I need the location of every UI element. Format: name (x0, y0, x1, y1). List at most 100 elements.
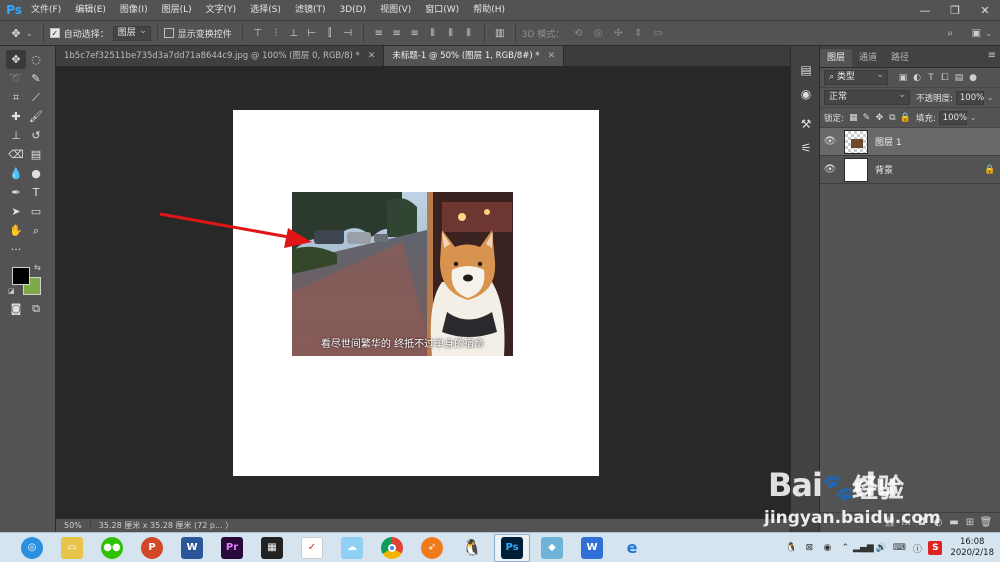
filter-shape-icon[interactable]: ⧠ (938, 71, 952, 85)
restore-button[interactable]: ❐ (940, 0, 970, 20)
tray-network-icon[interactable]: ▂▄▆ (853, 541, 874, 555)
filter-smart-icon[interactable]: ▤ (952, 71, 966, 85)
lasso-tool-icon[interactable]: ➰ (6, 69, 26, 88)
foreground-color-swatch[interactable] (12, 267, 30, 285)
3d-scale-icon[interactable]: ▭ (650, 26, 666, 40)
filter-adjustment-icon[interactable]: ◐ (910, 71, 924, 85)
lock-all-icon[interactable]: 🔒 (899, 111, 912, 125)
link-layers-icon[interactable]: ⛓ (882, 515, 898, 531)
history-brush-icon[interactable]: ↺ (26, 126, 46, 145)
hand-tool-icon[interactable]: ✋ (6, 221, 26, 240)
auto-select-dropdown[interactable]: 图层 (112, 25, 151, 41)
gradient-tool-icon[interactable]: ▤ (26, 145, 46, 164)
default-colors-icon[interactable]: ◪ (8, 287, 15, 295)
taskbar-wps[interactable]: W (574, 534, 610, 562)
lock-pixels-icon[interactable]: ✎ (860, 111, 873, 125)
preset-dropdown-icon[interactable]: ⌄ (26, 29, 33, 38)
adjustments-panel-icon[interactable]: ⚟ (791, 136, 821, 160)
more-tools-icon[interactable]: ··· (6, 240, 26, 259)
menu-view[interactable]: 视图(V) (373, 0, 418, 20)
swap-colors-icon[interactable]: ⇆ (34, 263, 41, 272)
healing-brush-icon[interactable]: ✚ (6, 107, 26, 126)
close-button[interactable]: ✕ (970, 0, 1000, 20)
taskbar-app-red[interactable]: ✓ (294, 534, 330, 562)
close-icon[interactable]: ✕ (368, 46, 376, 66)
taskbar-clock[interactable]: 16:08 2020/2/18 (950, 537, 994, 559)
move-tool-icon[interactable]: ✥ (6, 50, 26, 69)
tray-volume-icon[interactable]: 🔊 (874, 541, 888, 555)
eraser-tool-icon[interactable]: ⌫ (6, 145, 26, 164)
distribute-right-icon[interactable]: ⦀ (462, 26, 476, 40)
history-panel-icon[interactable]: ▤ (791, 58, 821, 82)
menu-layer[interactable]: 图层(L) (155, 0, 199, 20)
search-icon[interactable]: ⌕ (943, 26, 957, 40)
rectangle-tool-icon[interactable]: ▭ (26, 202, 46, 221)
tray-keyboard-icon[interactable]: ⌨ (892, 541, 906, 555)
blur-tool-icon[interactable]: 💧 (6, 164, 26, 183)
taskbar-powerpoint[interactable]: P (134, 534, 170, 562)
taskbar-wechat[interactable]: ●● (94, 534, 130, 562)
layer-row-background[interactable]: 👁 背景 🔒 (820, 156, 1000, 184)
marquee-tool-icon[interactable]: ◌ (26, 50, 46, 69)
3d-drag-icon[interactable]: ✣ (610, 26, 626, 40)
panel-menu-icon[interactable]: ≡ (988, 50, 996, 61)
show-transform-checkbox[interactable] (163, 28, 174, 38)
color-panel-icon[interactable]: ◉ (791, 82, 821, 106)
taskbar-browser-360[interactable]: ◎ (14, 534, 50, 562)
lock-position-icon[interactable]: ✥ (873, 111, 886, 125)
taskbar-app-notes[interactable]: ◆ (534, 534, 570, 562)
opacity-dropdown-icon[interactable]: ⌄ (987, 93, 994, 102)
tray-expand-icon[interactable]: ⌃ (838, 541, 852, 555)
taskbar-video-editor[interactable]: ▦ (254, 534, 290, 562)
auto-align-icon[interactable]: ▥ (493, 26, 507, 40)
tray-info-icon[interactable]: ⓘ (910, 541, 924, 555)
document-canvas[interactable]: 看尽世间繁华的 终抵不过单身的宿命 (233, 110, 599, 476)
lock-transparency-icon[interactable]: ▦ (847, 111, 860, 125)
zoom-tool-icon[interactable]: ⌕ (26, 221, 46, 240)
blend-mode-dropdown[interactable]: 正常 (824, 89, 910, 105)
new-adjustment-icon[interactable]: ◐ (930, 515, 946, 531)
3d-roll-icon[interactable]: ◎ (590, 26, 606, 40)
align-bottom-icon[interactable]: ⊥ (287, 26, 301, 40)
taskbar-photoshop[interactable]: Ps (494, 533, 530, 562)
tray-app-icon[interactable]: ⊠ (802, 541, 816, 555)
eyedropper-tool-icon[interactable]: ⟋ (26, 88, 46, 107)
distribute-left-icon[interactable]: ⦀ (426, 26, 440, 40)
distribute-vcenter-icon[interactable]: ≡ (390, 26, 404, 40)
menu-filter[interactable]: 滤镜(T) (288, 0, 333, 20)
align-right-icon[interactable]: ⊣ (341, 26, 355, 40)
align-left-icon[interactable]: ⊢ (305, 26, 319, 40)
canvas-area[interactable]: 看尽世间繁华的 终抵不过单身的宿命 (56, 66, 790, 518)
menu-file[interactable]: 文件(F) (24, 0, 68, 20)
menu-type[interactable]: 文字(Y) (199, 0, 244, 20)
align-top-icon[interactable]: ⊤ (251, 26, 265, 40)
filter-type-icon[interactable]: T (924, 71, 938, 85)
visibility-eye-icon[interactable]: 👁 (820, 136, 840, 147)
new-group-icon[interactable]: ▬ (946, 515, 962, 531)
filter-toggle-icon[interactable]: ● (966, 71, 980, 85)
delete-layer-icon[interactable]: 🗑 (978, 515, 994, 531)
tab-paths[interactable]: 路径 (884, 49, 916, 67)
tab-layers[interactable]: 图层 (820, 49, 853, 67)
taskbar-explorer[interactable]: ▭ (54, 534, 90, 562)
tray-qq-icon[interactable]: 🐧 (784, 541, 798, 555)
tray-sogou-icon[interactable]: S (928, 541, 943, 555)
workspace-icon[interactable]: ▣ (969, 26, 983, 40)
menu-3d[interactable]: 3D(D) (332, 0, 373, 20)
taskbar-app-cloud[interactable]: ☁ (334, 534, 370, 562)
tab-source-image[interactable]: 1b5c7ef32511be735d3a7dd71a8644c9.jpg @ 1… (56, 46, 385, 66)
document-size[interactable]: 35.28 厘米 x 35.28 厘米 (72 p... 〉 (91, 520, 241, 531)
pen-tool-icon[interactable]: ✒ (6, 183, 26, 202)
menu-image[interactable]: 图像(I) (113, 0, 155, 20)
menu-help[interactable]: 帮助(H) (466, 0, 512, 20)
workspace-dropdown-icon[interactable]: ⌄ (985, 29, 992, 38)
taskbar-word[interactable]: W (174, 534, 210, 562)
taskbar-qq[interactable]: 🐧 (454, 534, 490, 562)
minimize-button[interactable]: — (910, 0, 940, 20)
layer-row-layer-1[interactable]: 👁 图层 1 (820, 128, 1000, 156)
opacity-input[interactable]: 100% (955, 90, 984, 105)
auto-select-checkbox[interactable]: ✓ (49, 28, 60, 38)
taskbar-ie[interactable]: e (614, 534, 650, 562)
distribute-hcenter-icon[interactable]: ⦀ (444, 26, 458, 40)
type-tool-icon[interactable]: T (26, 183, 46, 202)
